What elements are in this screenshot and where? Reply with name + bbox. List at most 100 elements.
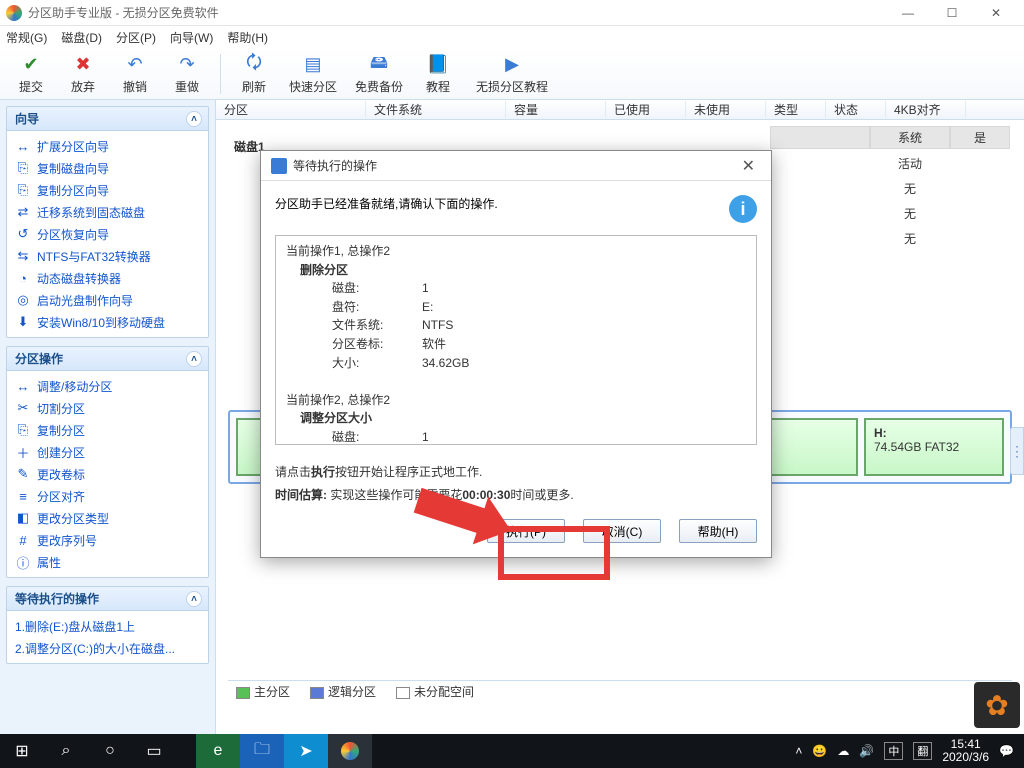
menu-help[interactable]: 帮助(H)	[227, 29, 268, 46]
wizard-item-0[interactable]: ↔扩展分区向导	[9, 135, 206, 157]
ops-panel: 分区操作˄ ↔调整/移动分区✂切割分区⎘复制分区＋创建分区✎更改卷标≡分区对齐◧…	[6, 346, 209, 578]
wizard-item-5[interactable]: ⇆NTFS与FAT32转换器	[9, 245, 206, 267]
ops-icon: ✂	[15, 400, 31, 416]
toolbar-undo[interactable]: ↶撤销	[112, 50, 158, 98]
ops-item-7[interactable]: #更改序列号	[9, 529, 206, 551]
ops-item-6[interactable]: ◧更改分区类型	[9, 507, 206, 529]
check-icon: ✔	[19, 53, 43, 77]
wizard-icon: ⎘	[15, 160, 31, 176]
partition-icon: ▤	[301, 53, 325, 77]
op1-details: 磁盘:1盘符:E:文件系统:NTFS分区卷标:软件大小:34.62GB	[332, 279, 479, 372]
pending-panel-header[interactable]: 等待执行的操作˄	[7, 587, 208, 611]
ops-item-4[interactable]: ✎更改卷标	[9, 463, 206, 485]
side-panel: 向导˄ ↔扩展分区向导⎘复制磁盘向导⎘复制分区向导⇄迁移系统到固态磁盘↺分区恢复…	[0, 100, 216, 734]
dialog-titlebar[interactable]: 等待执行的操作 ✕	[261, 151, 771, 181]
system-tray[interactable]: ˄ 😀 ☁ 🔊 中 翻 15:41 2020/3/6 💬	[785, 738, 1024, 764]
col-capacity[interactable]: 容量	[506, 101, 606, 118]
col-type[interactable]: 类型	[766, 101, 826, 118]
notifications-icon[interactable]: 💬	[999, 744, 1014, 758]
clock[interactable]: 15:41 2020/3/6	[942, 738, 989, 764]
wizard-icon: ⬇	[15, 314, 31, 330]
toolbar-refresh[interactable]: 🗘刷新	[231, 50, 277, 98]
col-4kb[interactable]: 4KB对齐	[886, 101, 966, 118]
ops-icon: ✎	[15, 466, 31, 482]
partition-bar-h[interactable]: H: 74.54GB FAT32	[864, 418, 1004, 476]
wizard-item-1[interactable]: ⎘复制磁盘向导	[9, 157, 206, 179]
menu-partition[interactable]: 分区(P)	[116, 29, 156, 46]
cross-icon: ✖	[71, 53, 95, 77]
wizard-icon: ⎘	[15, 182, 31, 198]
minimize-button[interactable]: —	[886, 0, 930, 26]
close-button[interactable]: ✕	[974, 0, 1018, 26]
media-widget[interactable]: ✿	[974, 682, 1020, 728]
pending-panel: 等待执行的操作˄ 1.删除(E:)盘从磁盘1上 2.调整分区(C:)的大小在磁盘…	[6, 586, 209, 664]
rcol-yes: 是	[950, 126, 1010, 149]
wizard-icon: ⇆	[15, 248, 31, 264]
op2-details: 磁盘:1盘符:C:文件系统:NTFS分区卷标:Win7	[332, 428, 463, 445]
toolbar-backup[interactable]: 🖴免费备份	[349, 50, 409, 98]
tray-cloud-icon[interactable]: ☁	[837, 744, 849, 758]
tray-network-icon[interactable]: 😀	[812, 744, 827, 758]
taskbar-app-4[interactable]	[328, 734, 372, 768]
ops-icon: #	[15, 532, 31, 548]
tray-volume-icon[interactable]: 🔊	[859, 744, 874, 758]
menu-general[interactable]: 常规(G)	[6, 29, 47, 46]
dialog-title: 等待执行的操作	[293, 157, 377, 174]
menu-wizard[interactable]: 向导(W)	[170, 29, 213, 46]
cortana-button[interactable]: ○	[88, 734, 132, 768]
chevron-up-icon[interactable]: ˄	[186, 591, 202, 607]
chevron-up-icon[interactable]: ˄	[186, 111, 202, 127]
toolbar-tutorial[interactable]: 📘教程	[415, 50, 461, 98]
dialog-close-button[interactable]: ✕	[736, 156, 761, 176]
wizard-item-6[interactable]: ◔动态磁盘转换器	[9, 267, 206, 289]
ops-panel-header[interactable]: 分区操作˄	[7, 347, 208, 371]
col-partition[interactable]: 分区	[216, 101, 366, 118]
toolbar-quick-partition[interactable]: ▤快速分区	[283, 50, 343, 98]
chevron-up-icon[interactable]: ˄	[186, 351, 202, 367]
toolbar-redo[interactable]: ↷重做	[164, 50, 210, 98]
wizard-item-3[interactable]: ⇄迁移系统到固态磁盘	[9, 201, 206, 223]
start-button[interactable]: ⊞	[0, 734, 44, 768]
side-collapse-handle[interactable]: ⋮	[1010, 427, 1024, 475]
ops-item-1[interactable]: ✂切割分区	[9, 397, 206, 419]
taskbar-app-1[interactable]: e	[196, 734, 240, 768]
redo-icon: ↷	[175, 53, 199, 77]
ops-icon: ＋	[15, 444, 31, 460]
col-fs[interactable]: 文件系统	[366, 101, 506, 118]
taskbar-app-2[interactable]: 🗀	[240, 734, 284, 768]
col-status[interactable]: 状态	[826, 101, 886, 118]
ops-icon: ⎘	[15, 422, 31, 438]
ops-item-5[interactable]: ≡分区对齐	[9, 485, 206, 507]
ops-item-0[interactable]: ↔调整/移动分区	[9, 375, 206, 397]
operation-list[interactable]: 当前操作1, 总操作2 删除分区 磁盘:1盘符:E:文件系统:NTFS分区卷标:…	[275, 235, 757, 445]
wizard-item-8[interactable]: ⬇安装Win8/10到移动硬盘	[9, 311, 206, 333]
tray-chevron-icon[interactable]: ˄	[795, 744, 802, 758]
wizard-icon: ⇄	[15, 204, 31, 220]
menu-disk[interactable]: 磁盘(D)	[61, 29, 102, 46]
maximize-button[interactable]: ☐	[930, 0, 974, 26]
help-button[interactable]: 帮助(H)	[679, 519, 757, 543]
toolbar-commit[interactable]: ✔提交	[8, 50, 54, 98]
cancel-button[interactable]: 取消(C)	[583, 519, 661, 543]
search-button[interactable]: ⌕	[44, 734, 88, 768]
pending-item-1[interactable]: 1.删除(E:)盘从磁盘1上	[9, 615, 206, 637]
pending-item-2[interactable]: 2.调整分区(C:)的大小在磁盘...	[9, 637, 206, 659]
col-used[interactable]: 已使用	[606, 101, 686, 118]
book-icon: 📘	[426, 53, 450, 77]
ops-item-3[interactable]: ＋创建分区	[9, 441, 206, 463]
toolbar-course[interactable]: ▶无损分区教程	[467, 50, 557, 98]
wizard-item-4[interactable]: ↺分区恢复向导	[9, 223, 206, 245]
taskbar-app-3[interactable]: ➤	[284, 734, 328, 768]
ime-indicator-2[interactable]: 翻	[913, 742, 932, 760]
wizard-item-2[interactable]: ⎘复制分区向导	[9, 179, 206, 201]
ime-indicator-1[interactable]: 中	[884, 742, 903, 760]
wizard-item-7[interactable]: ◎启动光盘制作向导	[9, 289, 206, 311]
taskview-button[interactable]: ▭	[132, 734, 176, 768]
wizard-panel-header[interactable]: 向导˄	[7, 107, 208, 131]
rcol-sys: 系统	[870, 126, 950, 149]
toolbar-discard[interactable]: ✖放弃	[60, 50, 106, 98]
ops-item-8[interactable]: ⓘ属性	[9, 551, 206, 573]
legend-logical: 逻辑分区	[310, 683, 376, 700]
ops-item-2[interactable]: ⎘复制分区	[9, 419, 206, 441]
col-unused[interactable]: 未使用	[686, 101, 766, 118]
